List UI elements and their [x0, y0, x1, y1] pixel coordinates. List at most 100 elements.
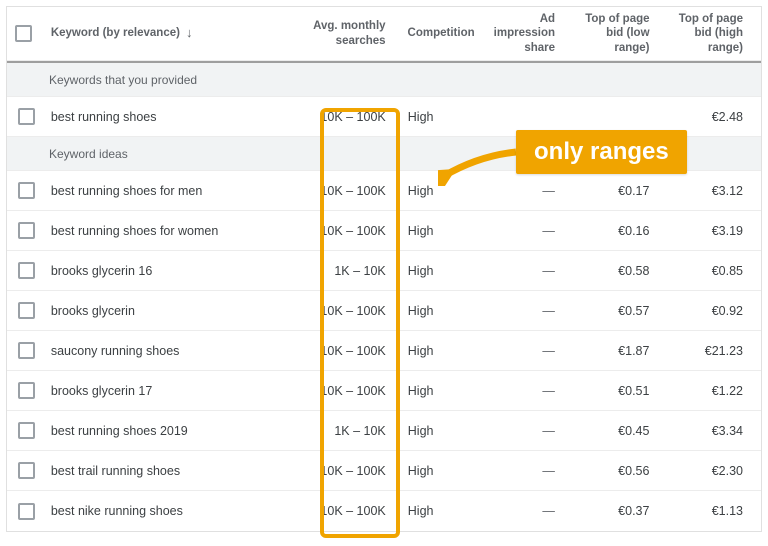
col-header-bid-high-label: Top of page bid (high range)	[672, 12, 743, 55]
col-header-competition[interactable]: Competition	[400, 26, 475, 40]
cell-avg: 10K – 100K	[320, 344, 385, 358]
cell-avg: 10K – 100K	[320, 464, 385, 478]
cell-bid-high: €1.22	[712, 384, 743, 398]
table-row[interactable]: best running shoes 2019 1K – 10K High — …	[7, 411, 761, 451]
header-checkbox-cell	[7, 25, 47, 42]
row-checkbox[interactable]	[18, 182, 35, 199]
cell-keyword: brooks glycerin	[51, 304, 135, 318]
section-header-provided: Keywords that you provided	[7, 63, 761, 97]
cell-impression: —	[542, 424, 555, 438]
cell-competition: High	[408, 344, 434, 358]
callout-label: only ranges	[516, 130, 687, 174]
cell-impression: —	[542, 304, 555, 318]
cell-impression: —	[542, 504, 555, 518]
cell-bid-low: €0.37	[618, 504, 649, 518]
cell-avg: 10K – 100K	[320, 224, 385, 238]
cell-avg: 10K – 100K	[320, 110, 385, 124]
cell-bid-low: €0.58	[618, 264, 649, 278]
cell-avg: 1K – 10K	[334, 264, 385, 278]
col-header-avg-label: Avg. monthly searches	[268, 19, 385, 48]
section-header-provided-label: Keywords that you provided	[49, 73, 197, 87]
callout-label-text: only ranges	[534, 138, 669, 165]
cell-bid-low: €0.57	[618, 304, 649, 318]
cell-bid-low: €0.56	[618, 464, 649, 478]
row-checkbox[interactable]	[18, 422, 35, 439]
cell-keyword: best running shoes for men	[51, 184, 202, 198]
cell-bid-low: €0.45	[618, 424, 649, 438]
cell-keyword: brooks glycerin 17	[51, 384, 152, 398]
row-checkbox[interactable]	[18, 302, 35, 319]
table-row[interactable]: best nike running shoes 10K – 100K High …	[7, 491, 761, 531]
keyword-planner-table: Keyword (by relevance) ↓ Avg. monthly se…	[6, 6, 762, 532]
cell-competition: High	[408, 384, 434, 398]
cell-keyword: best running shoes	[51, 110, 157, 124]
cell-keyword: brooks glycerin 16	[51, 264, 152, 278]
cell-avg: 10K – 100K	[320, 384, 385, 398]
cell-avg: 10K – 100K	[320, 184, 385, 198]
cell-impression: —	[542, 464, 555, 478]
col-header-impression[interactable]: Ad impression share	[475, 12, 569, 55]
col-header-bid-low[interactable]: Top of page bid (low range)	[569, 12, 663, 55]
cell-competition: High	[408, 424, 434, 438]
table-row[interactable]: best running shoes for women 10K – 100K …	[7, 211, 761, 251]
cell-impression: —	[542, 344, 555, 358]
row-checkbox[interactable]	[18, 222, 35, 239]
cell-keyword: best trail running shoes	[51, 464, 180, 478]
cell-competition: High	[408, 224, 434, 238]
cell-avg: 1K – 10K	[334, 424, 385, 438]
cell-bid-high: €0.85	[712, 264, 743, 278]
table-row[interactable]: brooks glycerin 17 10K – 100K High — €0.…	[7, 371, 761, 411]
cell-bid-high: €21.23	[705, 344, 743, 358]
row-checkbox[interactable]	[18, 342, 35, 359]
cell-competition: High	[408, 504, 434, 518]
cell-competition: High	[408, 304, 434, 318]
cell-competition: High	[408, 464, 434, 478]
cell-keyword: best running shoes for women	[51, 224, 218, 238]
cell-competition: High	[408, 184, 434, 198]
cell-impression: —	[542, 264, 555, 278]
arrow-down-icon: ↓	[186, 25, 193, 41]
select-all-checkbox[interactable]	[15, 25, 32, 42]
table-header-row: Keyword (by relevance) ↓ Avg. monthly se…	[7, 7, 761, 61]
col-header-impression-label: Ad impression share	[483, 12, 555, 55]
table-row[interactable]: best trail running shoes 10K – 100K High…	[7, 451, 761, 491]
cell-keyword: best nike running shoes	[51, 504, 183, 518]
col-header-keyword[interactable]: Keyword (by relevance) ↓	[47, 25, 261, 41]
table-row[interactable]: saucony running shoes 10K – 100K High — …	[7, 331, 761, 371]
cell-bid-high: €2.30	[712, 464, 743, 478]
cell-bid-high: €3.34	[712, 424, 743, 438]
cell-bid-low: €1.87	[618, 344, 649, 358]
row-checkbox[interactable]	[18, 382, 35, 399]
col-header-bid-low-label: Top of page bid (low range)	[577, 12, 649, 55]
cell-bid-high: €3.19	[712, 224, 743, 238]
table-row[interactable]: brooks glycerin 16 1K – 10K High — €0.58…	[7, 251, 761, 291]
section-header-ideas-label: Keyword ideas	[49, 147, 128, 161]
cell-bid-high: €2.48	[712, 110, 743, 124]
cell-bid-high: €3.12	[712, 184, 743, 198]
cell-impression: —	[542, 384, 555, 398]
cell-competition: High	[408, 264, 434, 278]
cell-bid-high: €0.92	[712, 304, 743, 318]
arrow-left-icon	[438, 146, 518, 186]
row-checkbox[interactable]	[18, 262, 35, 279]
cell-competition: High	[408, 110, 434, 124]
table-row[interactable]: best running shoes for men 10K – 100K Hi…	[7, 171, 761, 211]
cell-impression: —	[542, 224, 555, 238]
row-checkbox[interactable]	[18, 108, 35, 125]
cell-bid-low: €0.16	[618, 224, 649, 238]
col-header-bid-high[interactable]: Top of page bid (high range)	[664, 12, 761, 55]
cell-avg: 10K – 100K	[320, 504, 385, 518]
row-checkbox[interactable]	[18, 462, 35, 479]
col-header-competition-label: Competition	[408, 26, 475, 40]
row-checkbox[interactable]	[18, 503, 35, 520]
cell-bid-low: €0.51	[618, 384, 649, 398]
cell-avg: 10K – 100K	[320, 304, 385, 318]
cell-bid-low: €0.17	[618, 184, 649, 198]
table-row[interactable]: brooks glycerin 10K – 100K High — €0.57 …	[7, 291, 761, 331]
col-header-keyword-label: Keyword (by relevance)	[51, 26, 180, 40]
cell-keyword: saucony running shoes	[51, 344, 180, 358]
col-header-avg[interactable]: Avg. monthly searches	[260, 19, 399, 48]
cell-impression: —	[542, 184, 555, 198]
cell-keyword: best running shoes 2019	[51, 424, 188, 438]
cell-bid-high: €1.13	[712, 504, 743, 518]
